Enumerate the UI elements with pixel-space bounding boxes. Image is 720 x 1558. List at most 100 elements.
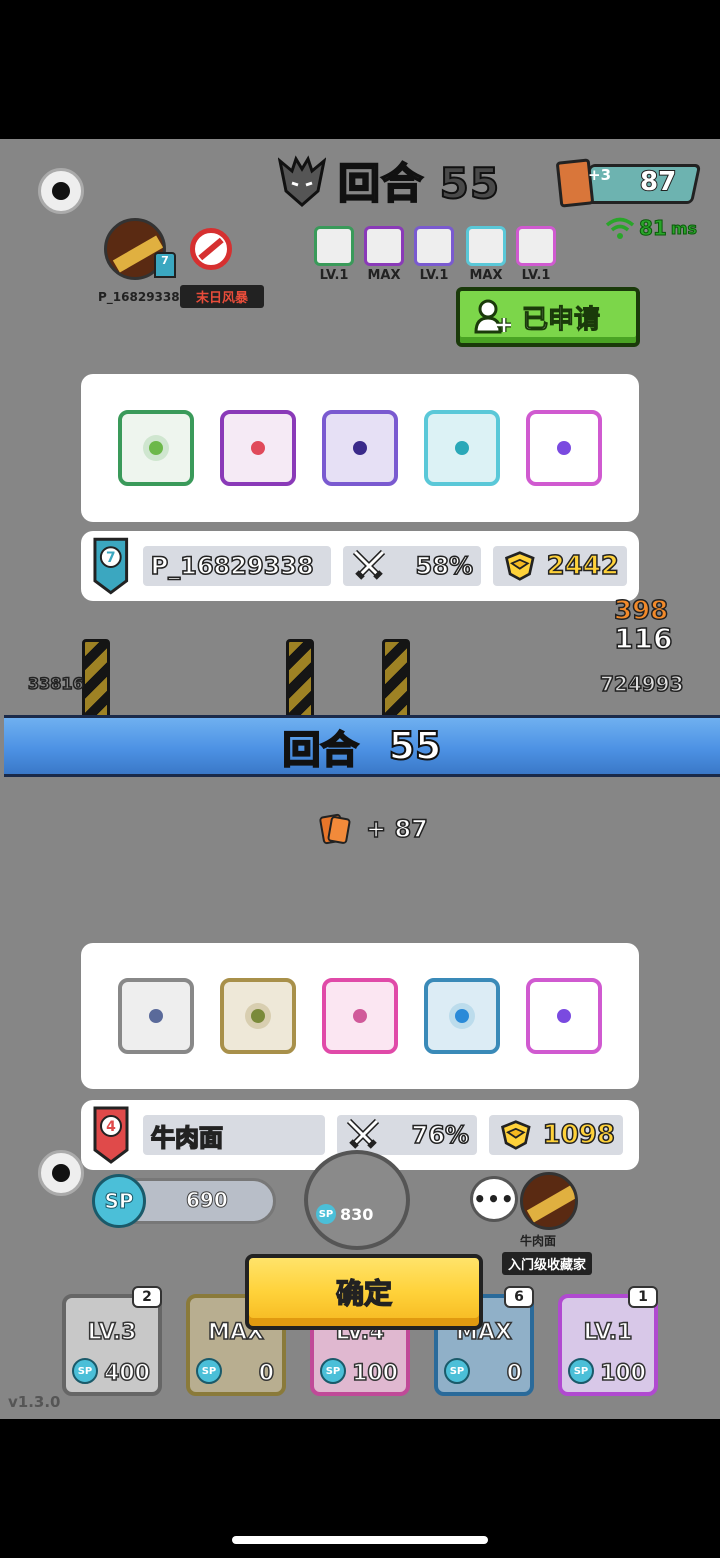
cards-count: 87 bbox=[639, 166, 677, 198]
die-pip bbox=[455, 1009, 469, 1023]
slot-cost: 100 bbox=[599, 1360, 646, 1387]
mini-deck-die bbox=[364, 226, 404, 266]
ping-unit: ms bbox=[670, 218, 698, 238]
top-player-info: 7 P_16829338 58% 2442 bbox=[81, 531, 639, 601]
sun-dice-icon bbox=[220, 978, 296, 1054]
card-icon bbox=[319, 813, 351, 845]
win-rate-pill: 58% bbox=[342, 546, 481, 586]
die-pip bbox=[149, 441, 163, 455]
status-tag: 末日风暴 bbox=[180, 285, 265, 308]
slot-count: 2 bbox=[132, 1286, 162, 1308]
mini-deck-die bbox=[516, 226, 556, 266]
summon-cost: SP 830 bbox=[316, 1204, 373, 1224]
eye-icon[interactable] bbox=[38, 1150, 84, 1196]
mini-deck-label: MAX bbox=[469, 268, 503, 283]
slot-cost: 0 bbox=[258, 1360, 275, 1387]
win-rate: 58% bbox=[415, 551, 474, 581]
growth-dice-icon bbox=[118, 410, 194, 486]
bottom-deck-panel bbox=[81, 943, 639, 1089]
round-title: 回合 55 bbox=[337, 158, 501, 209]
ban-icon[interactable] bbox=[190, 228, 232, 270]
shield-dice-icon bbox=[322, 978, 398, 1054]
crossed-swords-icon bbox=[352, 549, 385, 580]
slot-cost: 100 bbox=[351, 1360, 398, 1387]
mimic-dice-icon bbox=[526, 410, 602, 486]
deck-slot[interactable]: LV.3 SP 400 2 bbox=[62, 1286, 162, 1396]
top-deck-panel bbox=[81, 374, 639, 522]
trophy-pill: 2442 bbox=[493, 546, 627, 586]
rank-value: 7 bbox=[106, 550, 116, 566]
die-pip bbox=[353, 441, 367, 455]
sp-value: 690 bbox=[186, 1188, 229, 1213]
trophy-pill: 1098 bbox=[489, 1115, 623, 1155]
mini-deck-die bbox=[314, 226, 354, 266]
top-deck-dice bbox=[81, 374, 639, 522]
round-banner-number: 55 bbox=[388, 723, 443, 769]
player-name: 牛肉面 bbox=[150, 1123, 224, 1153]
damage-number: 116 bbox=[613, 621, 673, 656]
slot-level: LV.1 bbox=[583, 1319, 633, 1346]
mini-deck-label: LV.1 bbox=[319, 268, 349, 283]
slot-cost: 0 bbox=[506, 1360, 523, 1387]
sp-icon: SP bbox=[320, 1358, 346, 1384]
gear-dice-icon bbox=[118, 978, 194, 1054]
slot-cost: 400 bbox=[103, 1360, 150, 1387]
die-pip bbox=[149, 1009, 163, 1023]
die-pip bbox=[455, 441, 469, 455]
round-header: 回合 55 bbox=[278, 150, 500, 211]
mini-deck-label: MAX bbox=[367, 268, 401, 283]
ice-dice-icon bbox=[424, 410, 500, 486]
die-pip bbox=[557, 441, 571, 455]
ping-value: 81 bbox=[639, 216, 668, 241]
chat-button[interactable]: ••• bbox=[470, 1176, 518, 1222]
demon-icon bbox=[278, 154, 326, 207]
typhoon-dice-icon bbox=[424, 978, 500, 1054]
mini-deck-die bbox=[414, 226, 454, 266]
player-name-pill: 牛肉面 bbox=[143, 1115, 325, 1155]
avatar-rank-value: 7 bbox=[161, 254, 169, 267]
rank-badge-icon: 7 bbox=[93, 537, 129, 595]
sp-icon: SP bbox=[316, 1204, 336, 1224]
chat-dots-icon: ••• bbox=[473, 1187, 515, 1211]
slot-level: LV.3 bbox=[87, 1319, 137, 1346]
avatar-rank-badge: 7 bbox=[154, 252, 176, 278]
wifi-icon bbox=[605, 217, 635, 239]
opponent-title: 入门级收藏家 bbox=[502, 1252, 593, 1275]
mini-deck-label: LV.1 bbox=[419, 268, 449, 283]
combo-dice-icon bbox=[220, 410, 296, 486]
player-name: P_16829338 bbox=[150, 551, 315, 581]
friend-request-button[interactable]: 已申请 bbox=[456, 287, 640, 347]
die-pip bbox=[251, 1009, 265, 1023]
damage-number: 724993 bbox=[599, 671, 684, 697]
die-pip bbox=[557, 1009, 571, 1023]
opponent-name: 牛肉面 bbox=[520, 1234, 557, 1248]
round-banner: 回合 55 bbox=[4, 715, 720, 777]
confirm-label: 确定 bbox=[335, 1276, 393, 1311]
mini-deck-die bbox=[466, 226, 506, 266]
eye-icon[interactable] bbox=[38, 168, 84, 214]
sp-icon: SP bbox=[444, 1358, 470, 1384]
player-name-top: P_16829338 bbox=[98, 290, 180, 304]
home-indicator[interactable] bbox=[232, 1536, 488, 1544]
deck-slot[interactable]: LV.1 SP 100 1 bbox=[558, 1286, 658, 1396]
add-user-icon bbox=[474, 299, 511, 334]
mimic-dice-icon bbox=[526, 978, 602, 1054]
sp-icon: SP bbox=[568, 1358, 594, 1384]
slot-count: 1 bbox=[628, 1286, 658, 1308]
lightning-dice-icon bbox=[322, 410, 398, 486]
trophy-icon bbox=[500, 1120, 531, 1150]
mini-deck-label: LV.1 bbox=[521, 268, 551, 283]
win-rate-pill: 76% bbox=[337, 1115, 477, 1155]
die-pip bbox=[353, 1009, 367, 1023]
bottom-deck-dice bbox=[81, 943, 639, 1089]
sp-icon: SP bbox=[196, 1358, 222, 1384]
summon-dice-button[interactable] bbox=[304, 1150, 410, 1250]
sp-icon: SP bbox=[72, 1358, 98, 1384]
opponent-avatar[interactable] bbox=[520, 1172, 578, 1230]
slot-count: 6 bbox=[504, 1286, 534, 1308]
friend-request-label: 已申请 bbox=[521, 304, 601, 335]
win-rate: 76% bbox=[411, 1120, 470, 1150]
confirm-button[interactable]: 确定 bbox=[245, 1254, 483, 1330]
cards-bonus: +3 bbox=[588, 166, 612, 184]
rank-badge-icon: 4 bbox=[93, 1106, 129, 1164]
